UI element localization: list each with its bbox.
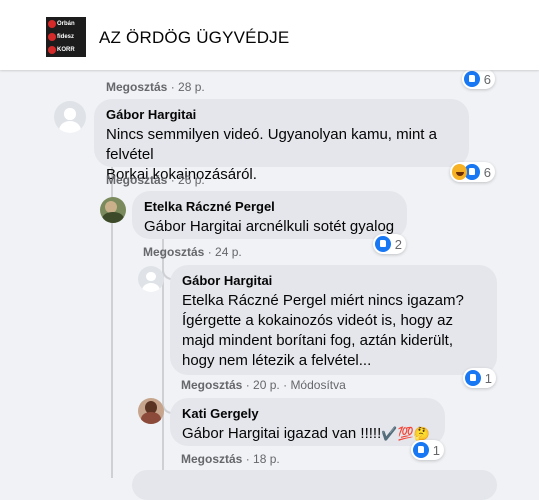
reaction-summary[interactable]: 6	[450, 162, 495, 182]
timestamp[interactable]: 24 p.	[215, 245, 242, 259]
comment-line: Ígérgette a kokainozós videót is, hogy a…	[182, 312, 453, 329]
share-link[interactable]: Megosztás	[106, 173, 167, 187]
comment-line: hogy nem létezik a felvétel...	[182, 352, 372, 369]
comment-meta: Megosztás · 26 p.	[106, 173, 205, 187]
comment-line: Nincs semmilyen videó. Ugyanolyan kamu, …	[106, 126, 437, 163]
reaction-summary[interactable]: 1	[411, 440, 444, 460]
avatar-body	[141, 282, 161, 292]
logo-dot	[48, 46, 56, 54]
separator: ·	[283, 378, 288, 392]
comment-author[interactable]: Etelka Ráczné Pergel	[144, 199, 395, 215]
comment-line: Gábor Hargitai igazad van !!!!!	[182, 425, 382, 442]
logo-text: KORR	[57, 47, 75, 53]
logo-text: Orbán	[57, 21, 75, 27]
comment-author[interactable]: Kati Gergely	[182, 406, 433, 422]
comment-text: Gábor Hargitai igazad van !!!!!✔️💯🤔	[182, 424, 433, 444]
haha-icon	[452, 164, 468, 180]
avatar-photo-detail	[102, 212, 124, 223]
page-title[interactable]: AZ ÖRDÖG ÜGYVÉDJE	[99, 28, 289, 48]
timestamp[interactable]: 28 p.	[178, 80, 205, 94]
reaction-summary[interactable]: 2	[373, 234, 406, 254]
separator: ·	[245, 452, 250, 466]
like-icon	[375, 236, 391, 252]
avatar[interactable]	[100, 197, 126, 223]
share-link[interactable]: Megosztás	[181, 452, 242, 466]
separator: ·	[207, 245, 212, 259]
like-icon	[465, 370, 481, 386]
comment-meta: Megosztás · 20 p. · Módosítva	[181, 378, 346, 392]
reaction-summary[interactable]: 6	[462, 69, 495, 89]
avatar-head	[146, 271, 156, 282]
avatar-body	[58, 121, 82, 133]
separator: ·	[170, 80, 175, 94]
share-link[interactable]: Megosztás	[106, 80, 167, 94]
comment-meta: Megosztás · 18 p.	[181, 452, 280, 466]
comment-line: Etelka Ráczné Pergel miért nincs igazam?	[182, 292, 464, 309]
comment-line: majd mindent borítani fog, aztán kiderül…	[182, 332, 453, 349]
comment-bubble	[132, 470, 497, 500]
comment-bubble: Gábor Hargitai Etelka Ráczné Pergel miér…	[170, 265, 497, 375]
reaction-count: 1	[432, 442, 440, 458]
comment-text: Etelka Ráczné Pergel miért nincs igazam?…	[182, 291, 485, 371]
like-icon	[413, 442, 429, 458]
comment-bubble: Etelka Ráczné Pergel Gábor Hargitai arcn…	[132, 191, 407, 239]
logo-dot	[48, 33, 56, 41]
timestamp[interactable]: 20 p.	[253, 378, 280, 392]
page-logo[interactable]: Orbán fidesz KORR	[46, 17, 86, 57]
emoji-group: ✔️💯🤔	[381, 426, 430, 441]
avatar[interactable]	[138, 266, 164, 292]
avatar-photo-detail	[141, 412, 161, 424]
reaction-count: 1	[484, 370, 492, 386]
comment-meta: Megosztás · 24 p.	[143, 245, 242, 259]
avatar[interactable]	[54, 101, 86, 133]
reaction-count: 6	[483, 164, 491, 180]
avatar-head	[64, 108, 76, 120]
like-icon	[464, 71, 480, 87]
share-link[interactable]: Megosztás	[181, 378, 242, 392]
avatar[interactable]	[138, 398, 164, 424]
reaction-count: 2	[394, 236, 402, 252]
page-header: Orbán fidesz KORR AZ ÖRDÖG ÜGYVÉDJE	[0, 0, 539, 70]
timestamp[interactable]: 26 p.	[178, 173, 205, 187]
timestamp[interactable]: 18 p.	[253, 452, 280, 466]
comment-meta: Megosztás · 28 p.	[106, 80, 205, 94]
edited-label[interactable]: Módosítva	[290, 378, 345, 392]
comment-author[interactable]: Gábor Hargitai	[182, 273, 485, 289]
separator: ·	[245, 378, 250, 392]
reaction-count: 6	[483, 71, 491, 87]
comment-bubble: Kati Gergely Gábor Hargitai igazad van !…	[170, 398, 445, 446]
separator: ·	[170, 173, 175, 187]
logo-text: fidesz	[57, 34, 75, 40]
comment-author[interactable]: Gábor Hargitai	[106, 107, 457, 123]
reaction-summary[interactable]: 1	[463, 368, 496, 388]
comment-bubble: Gábor Hargitai Nincs semmilyen videó. Ug…	[94, 99, 469, 183]
comment-text: Gábor Hargitai arcnélkuli sotét gyalog	[144, 218, 395, 235]
logo-dot	[48, 20, 56, 28]
share-link[interactable]: Megosztás	[143, 245, 204, 259]
